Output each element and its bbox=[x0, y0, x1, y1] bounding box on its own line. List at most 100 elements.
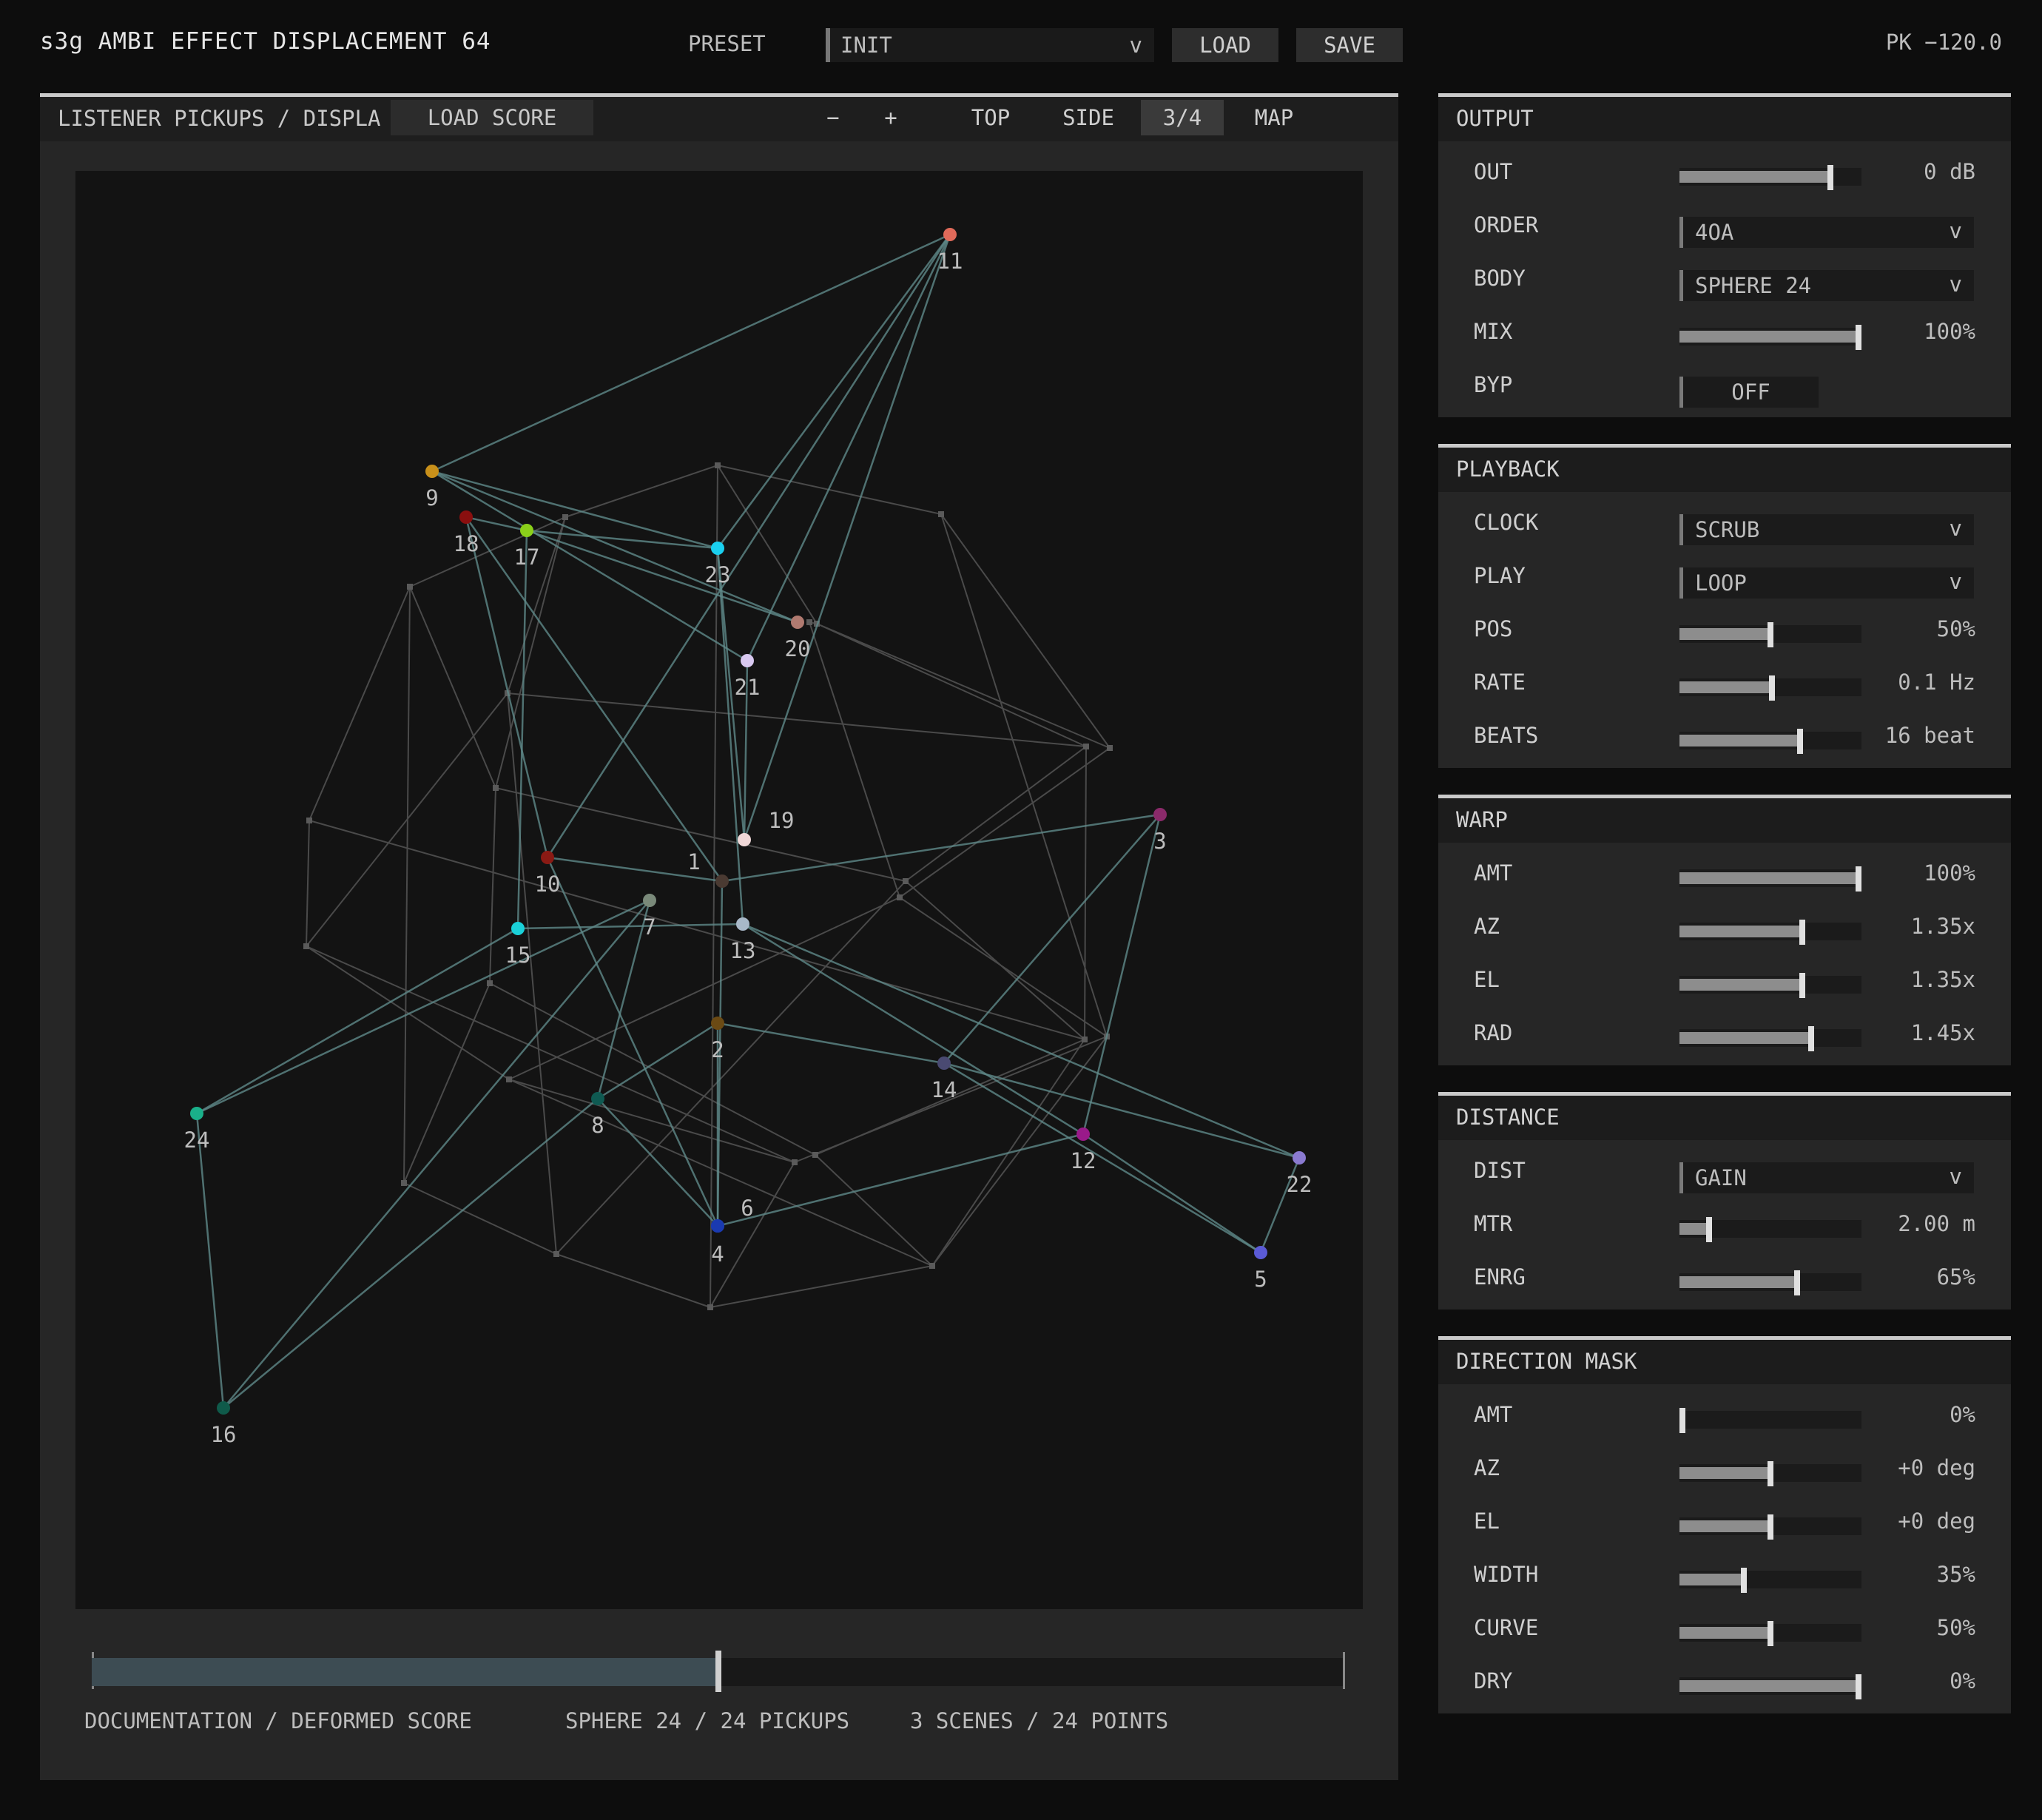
slider-knob[interactable] bbox=[1856, 866, 1861, 892]
warp-az-value: 1.35x bbox=[1910, 914, 1975, 939]
pickup-node-24[interactable] bbox=[190, 1107, 203, 1120]
pickup-link bbox=[1082, 1133, 1261, 1254]
view-side-button[interactable]: SIDE bbox=[1045, 100, 1132, 135]
view-top-button[interactable]: TOP bbox=[951, 100, 1030, 135]
order-dropdown[interactable]: 4OA v bbox=[1679, 217, 1974, 248]
mix-slider[interactable] bbox=[1679, 325, 1861, 350]
pickup-node-20[interactable] bbox=[791, 616, 804, 629]
chevron-down-icon: v bbox=[1949, 1164, 1962, 1189]
bypass-toggle[interactable]: OFF bbox=[1679, 377, 1819, 408]
pickup-node-11[interactable] bbox=[943, 228, 957, 241]
pickup-node-1[interactable] bbox=[715, 874, 729, 888]
wire-vertex bbox=[493, 785, 499, 791]
pickup-link bbox=[465, 516, 528, 532]
zoom-out-button[interactable]: − bbox=[817, 100, 849, 135]
pickup-node-19[interactable] bbox=[738, 833, 751, 846]
preset-dropdown[interactable]: INIT v bbox=[826, 28, 1154, 62]
slider-knob[interactable] bbox=[1797, 729, 1803, 754]
scrub-bar[interactable] bbox=[92, 1651, 1345, 1692]
mask-amt-slider[interactable] bbox=[1679, 1408, 1861, 1433]
slider-knob[interactable] bbox=[1679, 1408, 1685, 1433]
pos-label: POS bbox=[1474, 616, 1513, 641]
zoom-in-button[interactable]: + bbox=[875, 100, 907, 135]
slider-knob[interactable] bbox=[1768, 1621, 1773, 1646]
wire-line bbox=[409, 516, 566, 587]
warp-amt-slider[interactable] bbox=[1679, 866, 1861, 892]
mask-curve-label: CURVE bbox=[1474, 1615, 1539, 1640]
slider-fill bbox=[1679, 1276, 1797, 1288]
pickup-node-3[interactable] bbox=[1153, 808, 1167, 821]
slider-knob[interactable] bbox=[1706, 1217, 1712, 1242]
warp-rad-row: RAD 1.45x bbox=[1438, 1011, 2011, 1065]
pickup-node-13[interactable] bbox=[736, 917, 749, 931]
wire-vertex bbox=[812, 1152, 818, 1158]
slider-knob[interactable] bbox=[1856, 325, 1861, 350]
load-preset-button[interactable]: LOAD bbox=[1172, 28, 1278, 62]
slider-knob[interactable] bbox=[1808, 1026, 1814, 1051]
pickup-map-svg[interactable]: 123456789101112131415161718192021222324 bbox=[75, 171, 1363, 1609]
clock-dropdown[interactable]: SCRUB v bbox=[1679, 514, 1974, 545]
pickup-node-12[interactable] bbox=[1076, 1128, 1090, 1141]
warp-rad-slider[interactable] bbox=[1679, 1026, 1861, 1051]
pos-slider[interactable] bbox=[1679, 622, 1861, 647]
pickup-node-21[interactable] bbox=[741, 654, 754, 667]
pickup-node-6[interactable] bbox=[711, 1219, 724, 1233]
beats-slider[interactable] bbox=[1679, 729, 1861, 754]
wire-vertex bbox=[929, 1263, 935, 1269]
viewport-panel: LISTENER PICKUPS / DISPLA LOAD SCORE − +… bbox=[40, 93, 1398, 1780]
pickup-node-18[interactable] bbox=[459, 510, 473, 524]
enrg-slider[interactable] bbox=[1679, 1270, 1861, 1295]
rate-slider[interactable] bbox=[1679, 675, 1861, 701]
slider-knob[interactable] bbox=[1768, 1514, 1773, 1540]
slider-knob[interactable] bbox=[1799, 920, 1805, 945]
mask-width-slider[interactable] bbox=[1679, 1568, 1861, 1593]
section-title: DIRECTION MASK bbox=[1438, 1340, 2011, 1384]
pickup-node-5[interactable] bbox=[1254, 1246, 1267, 1259]
pickup-label-6: 6 bbox=[741, 1196, 753, 1221]
pickup-node-22[interactable] bbox=[1293, 1151, 1306, 1165]
pickup-node-7[interactable] bbox=[643, 894, 656, 907]
slider-fill bbox=[1679, 1520, 1770, 1532]
dist-dropdown[interactable]: GAIN v bbox=[1679, 1162, 1974, 1193]
play-dropdown[interactable]: LOOP v bbox=[1679, 567, 1974, 599]
pickup-node-9[interactable] bbox=[425, 465, 439, 478]
pickup-node-17[interactable] bbox=[520, 524, 533, 537]
slider-knob[interactable] bbox=[1741, 1568, 1747, 1593]
pickup-link bbox=[223, 900, 650, 1409]
mask-az-slider[interactable] bbox=[1679, 1461, 1861, 1486]
slider-knob[interactable] bbox=[1768, 1461, 1773, 1486]
section-title: PLAYBACK bbox=[1438, 448, 2011, 492]
pickup-link bbox=[717, 1022, 945, 1065]
wire-vertex bbox=[903, 878, 909, 884]
pickup-node-15[interactable] bbox=[511, 922, 525, 935]
load-score-button[interactable]: LOAD SCORE bbox=[391, 100, 593, 135]
app-title: s3g AMBI EFFECT DISPLACEMENT 64 bbox=[40, 28, 491, 55]
pickup-node-23[interactable] bbox=[711, 542, 724, 555]
warp-el-slider[interactable] bbox=[1679, 973, 1861, 998]
mask-dry-slider[interactable] bbox=[1679, 1674, 1861, 1699]
save-preset-button[interactable]: SAVE bbox=[1296, 28, 1403, 62]
slider-knob[interactable] bbox=[1827, 165, 1833, 190]
scrub-handle[interactable] bbox=[715, 1651, 721, 1692]
wire-line bbox=[940, 513, 1108, 1037]
mtr-slider[interactable] bbox=[1679, 1217, 1861, 1242]
body-dropdown[interactable]: SPHERE 24 v bbox=[1679, 270, 1974, 301]
slider-knob[interactable] bbox=[1769, 675, 1775, 701]
slider-knob[interactable] bbox=[1856, 1674, 1861, 1699]
pickup-map[interactable]: 1 2 3 4 5 6 7 8 9 10 11 12 13 14 15 16 17 18 19 20 21 22 23 24 bbox=[75, 171, 1363, 1609]
out-slider[interactable] bbox=[1679, 165, 1861, 190]
pickup-node-16[interactable] bbox=[217, 1401, 230, 1415]
pickup-node-2[interactable] bbox=[711, 1017, 724, 1030]
slider-knob[interactable] bbox=[1768, 622, 1773, 647]
warp-az-slider[interactable] bbox=[1679, 920, 1861, 945]
slider-knob[interactable] bbox=[1794, 1270, 1800, 1295]
pickup-link bbox=[746, 234, 951, 661]
slider-knob[interactable] bbox=[1799, 973, 1805, 998]
view-three-quarter-button[interactable]: 3/4 bbox=[1141, 100, 1224, 135]
mask-el-slider[interactable] bbox=[1679, 1514, 1861, 1540]
pickup-node-8[interactable] bbox=[591, 1092, 604, 1105]
view-map-button[interactable]: MAP bbox=[1239, 100, 1310, 135]
mask-curve-slider[interactable] bbox=[1679, 1621, 1861, 1646]
pickup-node-10[interactable] bbox=[541, 851, 554, 864]
pickup-node-14[interactable] bbox=[937, 1056, 951, 1070]
